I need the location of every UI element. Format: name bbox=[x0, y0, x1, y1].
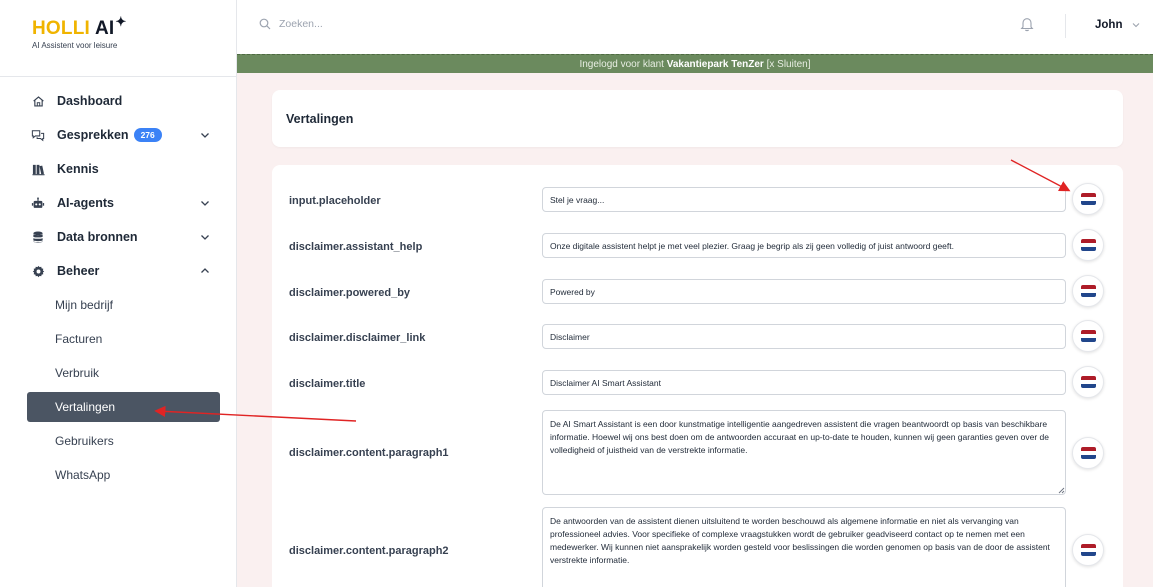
sidebar-item-kennis[interactable]: Kennis bbox=[0, 152, 237, 186]
dutch-flag-icon bbox=[1080, 239, 1096, 251]
sidebar-item-label: Vertalingen bbox=[55, 400, 116, 414]
sidebar-item-label: Verbruik bbox=[55, 366, 100, 380]
sidebar-item-ai-agents[interactable]: AI-agents bbox=[0, 186, 237, 220]
sidebar-item-label: Facturen bbox=[55, 332, 103, 346]
sidebar-item-beheer[interactable]: Beheer bbox=[0, 254, 237, 288]
database-icon bbox=[31, 230, 45, 244]
search-icon bbox=[259, 18, 271, 30]
sidebar-item-label: WhatsApp bbox=[55, 468, 111, 482]
dutch-flag-icon bbox=[1080, 447, 1096, 459]
brand-ai: AI bbox=[95, 18, 115, 39]
chat-icon bbox=[31, 128, 45, 142]
search-box[interactable]: Zoeken... bbox=[259, 18, 323, 30]
search-input[interactable]: Zoeken... bbox=[279, 18, 323, 30]
translation-key: disclaimer.powered_by bbox=[289, 287, 411, 299]
main-content: Vertalingen input.placeholder disclaimer… bbox=[237, 73, 1153, 587]
chevron-down-icon[interactable] bbox=[199, 231, 211, 243]
sidebar-item-label: Kennis bbox=[57, 162, 99, 176]
home-icon bbox=[31, 94, 45, 108]
sidebar-item-label: Gesprekken bbox=[57, 128, 129, 142]
chevron-up-icon[interactable] bbox=[199, 265, 211, 277]
translation-key: input.placeholder bbox=[289, 195, 381, 207]
banner-prefix: Ingelogd voor klant bbox=[579, 59, 667, 70]
language-flag-button[interactable] bbox=[1072, 320, 1104, 352]
sidebar-item-label: Data bronnen bbox=[57, 230, 138, 244]
user-name: John bbox=[1095, 19, 1123, 31]
translation-textarea[interactable]: De AI Smart Assistant is een door kunstm… bbox=[542, 410, 1066, 495]
top-header: Zoeken... John bbox=[237, 0, 1153, 54]
translation-input[interactable] bbox=[542, 187, 1066, 212]
page-header-card: Vertalingen bbox=[272, 90, 1123, 147]
translation-key: disclaimer.disclaimer_link bbox=[289, 332, 426, 344]
sidebar-subitem-mijn-bedrijf[interactable]: Mijn bedrijf bbox=[0, 288, 237, 322]
sidebar-subitem-gebruikers[interactable]: Gebruikers bbox=[0, 424, 237, 458]
sidebar-item-label: Gebruikers bbox=[55, 434, 114, 448]
main-nav: Dashboard Gesprekken 276 Kennis AI-agent… bbox=[0, 84, 237, 492]
translation-input[interactable] bbox=[542, 324, 1066, 349]
chevron-down-icon[interactable] bbox=[199, 129, 211, 141]
user-menu[interactable]: John bbox=[1095, 19, 1141, 31]
impersonation-banner: Ingelogd voor klant Vakantiepark TenZer … bbox=[237, 54, 1153, 73]
dutch-flag-icon bbox=[1080, 330, 1096, 342]
language-flag-button[interactable] bbox=[1072, 534, 1104, 566]
translation-textarea[interactable]: De antwoorden van de assistent dienen ui… bbox=[542, 507, 1066, 587]
translation-key: disclaimer.assistant_help bbox=[289, 241, 423, 253]
language-flag-button[interactable] bbox=[1072, 275, 1104, 307]
divider bbox=[1065, 14, 1066, 38]
sidebar-item-dashboard[interactable]: Dashboard bbox=[0, 84, 237, 118]
sparkle-icon: ✦ bbox=[115, 14, 127, 29]
brand-tagline: AI Assistent voor leisure bbox=[32, 41, 118, 50]
gear-icon bbox=[31, 264, 45, 278]
dutch-flag-icon bbox=[1080, 544, 1096, 556]
dutch-flag-icon bbox=[1080, 285, 1096, 297]
language-flag-button[interactable] bbox=[1072, 183, 1104, 215]
bell-icon[interactable] bbox=[1020, 16, 1034, 37]
sidebar-item-gesprekken[interactable]: Gesprekken 276 bbox=[0, 118, 237, 152]
page-title: Vertalingen bbox=[286, 112, 354, 126]
banner-close-link[interactable]: [x Sluiten] bbox=[764, 59, 811, 70]
sidebar: HOLLI AI ✦ AI Assistent voor leisure Das… bbox=[0, 0, 237, 587]
banner-client: Vakantiepark TenZer bbox=[666, 59, 764, 70]
translation-input[interactable] bbox=[542, 233, 1066, 258]
language-flag-button[interactable] bbox=[1072, 229, 1104, 261]
sidebar-subitem-vertalingen[interactable]: Vertalingen bbox=[27, 392, 220, 422]
sidebar-item-label: Dashboard bbox=[57, 94, 123, 108]
translation-input[interactable] bbox=[542, 279, 1066, 304]
translation-key: disclaimer.content.paragraph1 bbox=[289, 447, 449, 459]
books-icon bbox=[31, 162, 45, 176]
robot-icon bbox=[31, 196, 45, 210]
translations-card: input.placeholder disclaimer.assistant_h… bbox=[272, 165, 1123, 587]
brand-name: HOLLI bbox=[32, 18, 90, 39]
chevron-down-icon[interactable] bbox=[199, 197, 211, 209]
chevron-down-icon bbox=[1133, 23, 1140, 28]
translation-key: disclaimer.content.paragraph2 bbox=[289, 545, 449, 557]
translation-input[interactable] bbox=[542, 370, 1066, 395]
sidebar-subitem-verbruik[interactable]: Verbruik bbox=[0, 356, 237, 390]
divider bbox=[0, 76, 237, 77]
sidebar-item-label: Beheer bbox=[57, 264, 100, 278]
logo[interactable]: HOLLI AI ✦ AI Assistent voor leisure bbox=[32, 14, 127, 50]
sidebar-subitem-facturen[interactable]: Facturen bbox=[0, 322, 237, 356]
language-flag-button[interactable] bbox=[1072, 437, 1104, 469]
dutch-flag-icon bbox=[1080, 193, 1096, 205]
language-flag-button[interactable] bbox=[1072, 366, 1104, 398]
sidebar-item-label: AI-agents bbox=[57, 196, 114, 210]
sidebar-subitem-whatsapp[interactable]: WhatsApp bbox=[0, 458, 237, 492]
sidebar-item-label: Mijn bedrijf bbox=[55, 298, 114, 312]
dutch-flag-icon bbox=[1080, 376, 1096, 388]
resize-handle-icon[interactable] bbox=[1057, 486, 1065, 494]
count-badge: 276 bbox=[133, 128, 162, 142]
translation-key: disclaimer.title bbox=[289, 378, 366, 390]
sidebar-item-data-bronnen[interactable]: Data bronnen bbox=[0, 220, 237, 254]
